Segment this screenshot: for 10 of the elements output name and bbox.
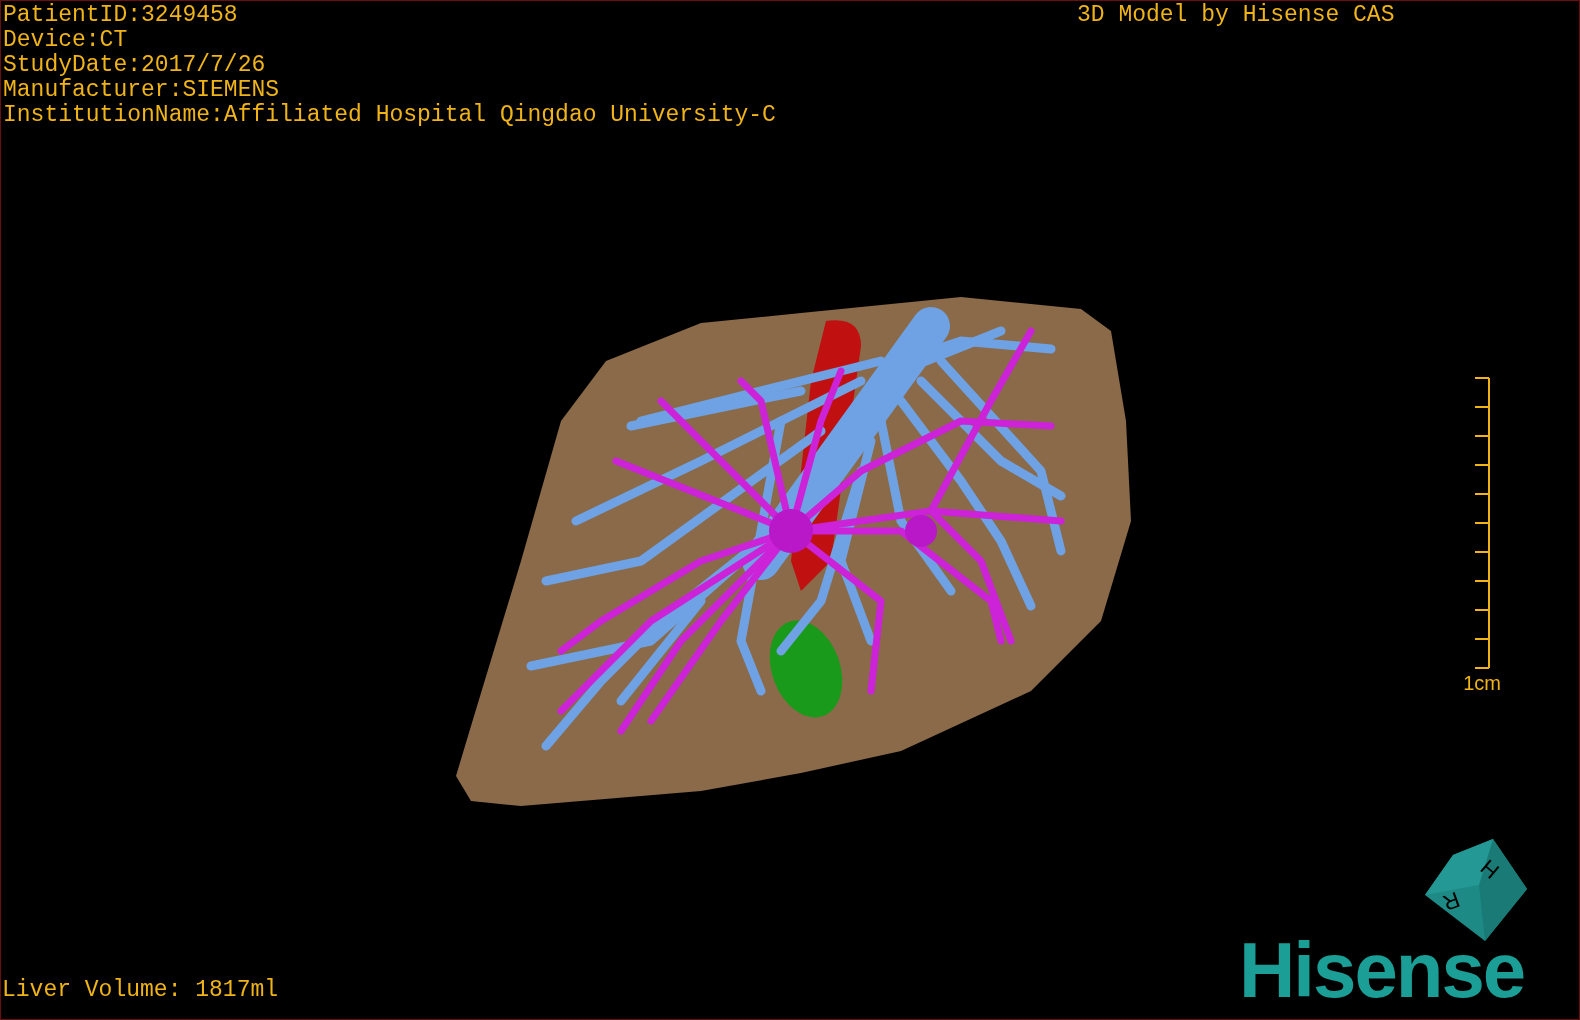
model-title: 3D Model by Hisense CAS	[1077, 3, 1395, 28]
scale-label: 1cm	[1463, 671, 1501, 695]
liver-volume-text: Liver Volume: 1817ml	[2, 978, 279, 1003]
patient-info-text: PatientID:3249458	[3, 3, 239, 28]
scale-ruler-icon	[1473, 377, 1493, 669]
patient-info-text: InstitutionName:Affiliated Hospital Qingdao University-C	[3, 103, 776, 128]
patient-info-text: StudyDate:2017/7/26	[3, 53, 267, 78]
patient-info-text: Device:CT	[3, 28, 129, 53]
patient-info-text: Manufacturer:SIEMENS	[3, 78, 281, 103]
hisense-logo: Hisense	[1239, 927, 1525, 1013]
